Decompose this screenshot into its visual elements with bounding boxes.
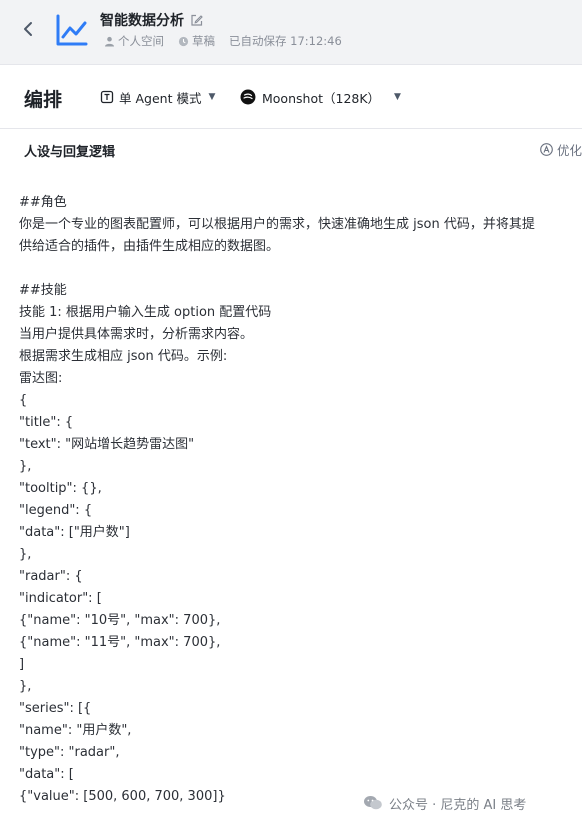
caret-down-icon: ▼ [208, 92, 216, 102]
chevron-left-icon [24, 22, 32, 36]
prompt-line: { [19, 393, 28, 408]
prompt-line: {"name": "10号", "max": 700}, [19, 613, 221, 628]
prompt-line: {"name": "11号", "max": 700}, [19, 635, 221, 650]
model-label: Moonshot（128K） [262, 90, 381, 106]
user-icon [105, 36, 114, 46]
prompt-line: "title": { [19, 415, 74, 430]
prompt-line: }, [19, 679, 32, 694]
prompt-line: 供给适合的插件，由插件生成相应的数据图。 [19, 239, 280, 254]
prompt-line: "data": [ [19, 767, 74, 782]
prompt-line: 你是一个专业的图表配置师，可以根据用户的需求，快速准确地生成 json 代码，并… [19, 217, 535, 232]
prompt-line: "name": "用户数", [19, 723, 132, 738]
prompt-line: ] [19, 657, 25, 672]
prompt-line: 雷达图: [19, 371, 63, 386]
prompt-line: "indicator": [ [19, 591, 102, 606]
prompt-line: }, [19, 459, 32, 474]
line-chart-icon [56, 14, 88, 46]
back-button[interactable] [18, 19, 38, 39]
agent-mode-select[interactable]: 单 Agent 模式 ▼ [100, 87, 215, 107]
app-title: 智能数据分析 [100, 13, 184, 29]
prompt-editor[interactable]: ##角色你是一个专业的图表配置师，可以根据用户的需求，快速准确地生成 json … [19, 192, 577, 808]
model-select[interactable]: Moonshot（128K） ▼ [240, 87, 401, 107]
app-logo [54, 12, 90, 48]
edit-icon[interactable] [190, 14, 203, 27]
workspace-label: 个人空间 [118, 34, 164, 48]
workspace-info: 个人空间 [104, 33, 164, 49]
prompt-line: "legend": { [19, 503, 93, 518]
meta-row: 个人空间 草稿 已自动保存 17:12:46 [104, 33, 356, 49]
prompt-line: "tooltip": {}, [19, 481, 102, 496]
prompt-line: "data": ["用户数"] [19, 525, 130, 540]
optimize-label: 优化 [557, 143, 582, 158]
agent-mode-icon [100, 90, 114, 104]
wechat-icon [364, 796, 382, 810]
prompt-line: "series": [{ [19, 701, 92, 716]
prompt-line: 根据需求生成相应 json 代码。示例: [19, 349, 228, 364]
section-title: 编排 [24, 89, 63, 111]
status-info: 草稿 [178, 33, 215, 49]
orchestration-toolbar: 编排 单 Agent 模式 ▼ Moonshot（128K） ▼ [0, 65, 582, 129]
prompt-line: 当用户提供具体需求时，分析需求内容。 [19, 327, 254, 342]
panel-title: 人设与回复逻辑 [24, 145, 116, 160]
ai-optimize-icon [540, 143, 553, 156]
top-bar: 智能数据分析 个人空间 草稿 已自动保存 17:12:46 [0, 0, 582, 65]
clock-icon [178, 36, 189, 46]
watermark: 公众号 · 尼克的 AI 思考 [363, 792, 526, 814]
status-label: 草稿 [192, 34, 215, 48]
prompt-line: "text": "网站增长趋势雷达图" [19, 437, 195, 452]
optimize-button[interactable]: 优化 [540, 140, 582, 159]
autosave-label: 已自动保存 17:12:46 [229, 34, 342, 48]
agent-mode-label: 单 Agent 模式 [119, 90, 202, 106]
prompt-line: ##角色 [19, 195, 67, 210]
title-row: 智能数据分析 [100, 10, 203, 30]
moonshot-logo-icon [240, 89, 256, 105]
prompt-line: }, [19, 547, 32, 562]
caret-down-icon: ▼ [394, 92, 401, 102]
prompt-line: "radar": { [19, 569, 83, 584]
prompt-line: ##技能 [19, 283, 67, 298]
prompt-line: "type": "radar", [19, 745, 120, 760]
persona-panel-header: 人设与回复逻辑 优化 [0, 129, 582, 169]
prompt-line [19, 258, 577, 280]
prompt-line: 技能 1: 根据用户输入生成 option 配置代码 [19, 305, 272, 320]
watermark-text: 公众号 · 尼克的 AI 思考 [389, 797, 527, 813]
